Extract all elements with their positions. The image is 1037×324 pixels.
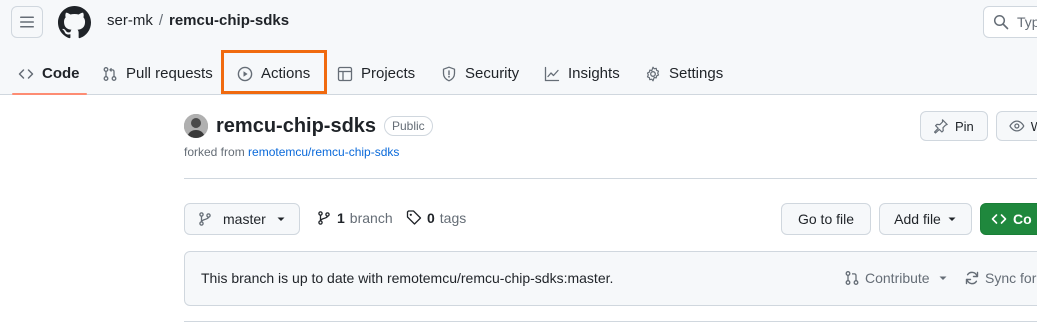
avatar[interactable] bbox=[184, 114, 208, 138]
tag-count-word: tags bbox=[439, 210, 467, 226]
branch-select-button[interactable]: master bbox=[184, 203, 300, 235]
forked-source-link[interactable]: remotemcu/remcu-chip-sdks bbox=[248, 145, 399, 159]
tab-security-label: Security bbox=[465, 65, 520, 82]
code-button[interactable]: Co bbox=[980, 203, 1037, 235]
go-to-file-button[interactable]: Go to file bbox=[781, 203, 871, 235]
code-icon bbox=[18, 68, 34, 79]
search-icon bbox=[993, 14, 1009, 30]
breadcrumb-separator: / bbox=[158, 12, 163, 29]
github-logo-icon[interactable] bbox=[58, 6, 91, 39]
code-button-label: Co bbox=[1013, 211, 1032, 227]
sync-fork-button[interactable]: Sync fork bbox=[964, 270, 1037, 286]
selected-tab-underline bbox=[12, 93, 87, 95]
tag-count-link[interactable]: 0 tags bbox=[406, 210, 466, 226]
chevron-down-icon bbox=[939, 276, 947, 280]
pull-request-icon bbox=[845, 271, 859, 285]
pin-button[interactable]: Pin bbox=[920, 111, 988, 141]
graph-icon bbox=[544, 66, 560, 81]
breadcrumb-repo-link[interactable]: remcu-chip-sdks bbox=[169, 12, 289, 29]
branch-count-word: branch bbox=[349, 210, 393, 226]
chevron-down-icon bbox=[948, 217, 956, 221]
branch-count-link[interactable]: 1 branch bbox=[316, 210, 393, 226]
watch-label: W bbox=[1030, 118, 1037, 134]
tab-code[interactable]: Code bbox=[18, 52, 80, 95]
actions-highlight-annotation bbox=[221, 50, 327, 94]
pull-request-icon bbox=[103, 66, 117, 81]
table-icon bbox=[337, 66, 353, 81]
hamburger-menu-button[interactable] bbox=[11, 6, 43, 38]
tab-insights[interactable]: Insights bbox=[544, 52, 620, 95]
tag-count-number: 0 bbox=[427, 210, 435, 226]
tab-pull-requests[interactable]: Pull requests bbox=[102, 52, 213, 95]
avatar-image bbox=[184, 114, 208, 138]
tab-settings[interactable]: Settings bbox=[645, 52, 723, 95]
title-divider bbox=[184, 178, 1037, 179]
tab-projects[interactable]: Projects bbox=[337, 52, 415, 95]
eye-icon bbox=[1009, 120, 1025, 132]
shield-icon bbox=[442, 66, 456, 81]
forked-from-prefix: forked from bbox=[184, 145, 249, 159]
tab-projects-label: Projects bbox=[361, 65, 416, 82]
branch-icon bbox=[318, 211, 330, 225]
branch-name: master bbox=[223, 211, 266, 227]
code-icon bbox=[991, 214, 1007, 224]
tab-pull-requests-label: Pull requests bbox=[126, 65, 213, 82]
tab-code-label: Code bbox=[42, 65, 80, 82]
branch-icon bbox=[199, 212, 211, 226]
watch-button[interactable]: W bbox=[996, 111, 1037, 141]
gear-icon bbox=[646, 66, 660, 81]
tab-security[interactable]: Security bbox=[441, 52, 519, 95]
search-input[interactable]: Typ bbox=[983, 6, 1037, 38]
sync-fork-label: Sync fork bbox=[985, 270, 1037, 286]
breadcrumb-owner-link[interactable]: ser-mk bbox=[107, 12, 153, 29]
chevron-down-icon bbox=[277, 217, 285, 221]
visibility-badge: Public bbox=[384, 116, 433, 136]
sync-icon bbox=[965, 271, 979, 285]
pin-label: Pin bbox=[955, 118, 974, 134]
branch-status-message: This branch is up to date with remotemcu… bbox=[201, 270, 614, 286]
repo-header: ser-mk / remcu-chip-sdks Typ Code Pull r… bbox=[0, 0, 1037, 95]
hamburger-icon bbox=[20, 16, 34, 28]
go-to-file-label: Go to file bbox=[797, 211, 855, 227]
repo-title-link[interactable]: remcu-chip-sdks bbox=[216, 115, 376, 138]
tab-settings-label: Settings bbox=[669, 65, 724, 82]
branch-count-number: 1 bbox=[337, 210, 345, 226]
search-placeholder: Typ bbox=[1017, 14, 1037, 30]
tag-icon bbox=[406, 210, 422, 225]
pin-icon bbox=[934, 119, 948, 134]
tab-insights-label: Insights bbox=[568, 65, 620, 82]
add-file-label: Add file bbox=[894, 211, 941, 227]
contribute-button[interactable]: Contribute bbox=[844, 270, 948, 286]
contribute-label: Contribute bbox=[865, 270, 930, 286]
forked-from-text: forked from remotemcu/remcu-chip-sdks bbox=[184, 145, 399, 159]
add-file-button[interactable]: Add file bbox=[879, 203, 972, 235]
branch-status-box: This branch is up to date with remotemcu… bbox=[184, 251, 1037, 306]
breadcrumb: ser-mk / remcu-chip-sdks bbox=[107, 12, 289, 29]
